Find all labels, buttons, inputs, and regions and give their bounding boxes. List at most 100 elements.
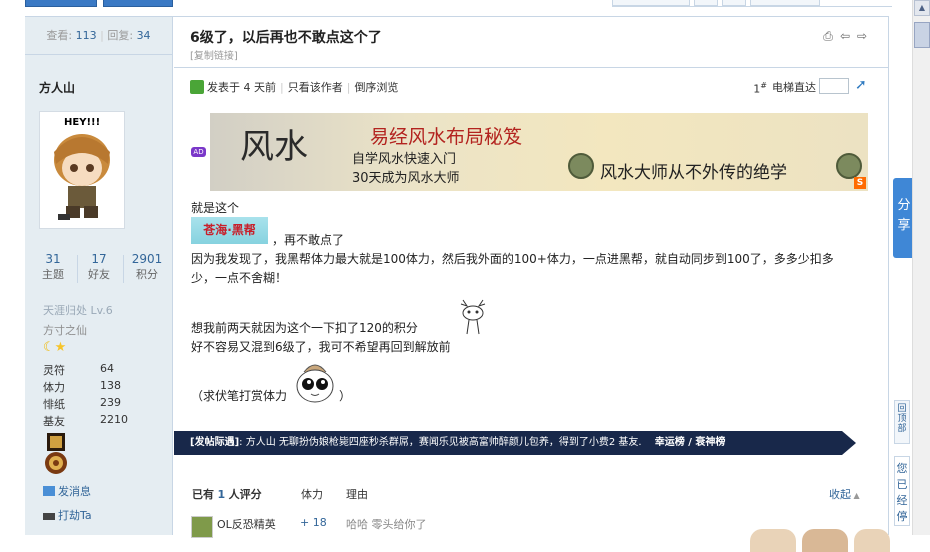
sponsor-logo: S xyxy=(854,177,866,189)
body-p5: 好不容易又混到6级了，我可不希望再回到解放前 xyxy=(191,340,451,354)
collapse-label: 收起 xyxy=(829,488,851,501)
rank-icons: ☾★ xyxy=(43,340,66,355)
body-p3b: 少，一点不舍糊！ xyxy=(191,271,288,285)
prop-name: 体力 xyxy=(43,381,65,394)
gang-tag-image: 苍海·黑帮 xyxy=(191,217,268,244)
elevator-label: 电梯直达 xyxy=(772,81,816,94)
body-p4: 想我前两天就因为这个一下扣了120的积分 xyxy=(191,321,418,335)
prop-name: 悱纸 xyxy=(43,398,65,411)
stat-friends[interactable]: 17 好友 xyxy=(79,251,119,283)
reindeer-emoji-icon xyxy=(457,298,489,339)
top-pager-btn-4[interactable] xyxy=(750,0,820,6)
stat-topics[interactable]: 31 主题 xyxy=(33,251,73,283)
send-message-label: 发消息 xyxy=(58,485,91,498)
online-status-icon xyxy=(190,80,204,94)
prop-value: 64 xyxy=(100,362,114,375)
top-pager-btn-2[interactable] xyxy=(694,0,718,6)
author-sidebar: 查看: 113 | 回复: 34 方人山 HEY!!! 31 主题 17 好友 xyxy=(25,17,173,535)
top-nav-button-2[interactable] xyxy=(103,0,173,7)
only-author-link[interactable]: 只看该作者 xyxy=(288,81,343,94)
history-tab[interactable]: 您已经停 xyxy=(894,456,910,526)
rater-tili: + 18 xyxy=(300,516,327,529)
event-label: [发帖际遇] xyxy=(190,437,240,448)
body-p1: 就是这个 xyxy=(191,201,240,215)
stat-label: 主题 xyxy=(42,268,64,281)
rater-name[interactable]: OL反恐精英 xyxy=(217,516,276,532)
elevator-input[interactable] xyxy=(819,78,849,94)
author-name[interactable]: 方人山 xyxy=(39,79,75,96)
custom-title: 方寸之仙 xyxy=(43,324,87,337)
print-icon[interactable]: ⎙ xyxy=(821,30,835,43)
scroll-up-icon[interactable]: ▲ xyxy=(914,0,930,16)
copy-link[interactable]: [复制链接] xyxy=(190,47,238,62)
prop-row: 灵符 64 xyxy=(43,362,114,378)
envelope-icon xyxy=(43,486,55,496)
star-icon: ★ xyxy=(54,340,67,355)
prop-row: 基友 2210 xyxy=(43,413,128,429)
ad-banner[interactable]: 风水 易经风水布局秘笈 自学风水快速入门 30天成为风水大师 风水大师从不外传的… xyxy=(210,113,868,191)
rating-collapse-link[interactable]: 收起 ▲ xyxy=(829,486,860,502)
svg-text:HEY!!!: HEY!!! xyxy=(64,117,100,128)
divider xyxy=(174,67,889,68)
back-to-top-button[interactable]: 回顶部 xyxy=(894,400,910,444)
elevator-go-icon[interactable]: ➚ xyxy=(855,77,869,93)
ad-tag: AD xyxy=(191,147,206,157)
stat-value: 2901 xyxy=(131,252,163,266)
coin-icon xyxy=(836,153,862,179)
scroll-thumb[interactable] xyxy=(914,22,930,48)
big-eyes-emoji-icon xyxy=(294,360,336,407)
stat-value: 17 xyxy=(91,252,107,266)
poke-link[interactable]: 打劫Ta xyxy=(43,507,92,523)
banner-arrow xyxy=(842,431,856,455)
prop-value: 2210 xyxy=(100,413,128,426)
thread-title: 6级了，以后再也不敢点这个了 xyxy=(190,30,382,46)
top-pager xyxy=(612,0,892,7)
user-level[interactable]: 天涯归处 Lv.6 xyxy=(43,302,113,318)
floor-number[interactable]: 1# xyxy=(753,81,767,96)
stat-points[interactable]: 2901 积分 xyxy=(127,251,167,283)
coin-icon xyxy=(568,153,594,179)
next-thread-icon[interactable]: ⇨ xyxy=(855,30,869,43)
medal-badge-icon[interactable] xyxy=(43,433,69,475)
top-pager-btn-1[interactable] xyxy=(612,0,690,6)
decor-bun-icon xyxy=(854,529,890,552)
vertical-scrollbar[interactable]: ▲ xyxy=(912,0,930,535)
event-text: : 方人山 无聊扮伪娘枪毙四座秒杀群屌，赛闻乐见被高富帅醉颜儿包养，得到了小费2… xyxy=(239,437,642,448)
stat-value: 31 xyxy=(45,252,61,266)
banner-headline: 易经风水布局秘笈 xyxy=(370,126,523,148)
prop-row: 悱纸 239 xyxy=(43,396,121,412)
banner-line-2: 自学风水快速入门 xyxy=(352,152,457,167)
banner-line-3: 30天成为风水大师 xyxy=(352,171,460,186)
prop-row: 体力 138 xyxy=(43,379,121,395)
prop-name: 基友 xyxy=(43,415,65,428)
moon-icon: ☾ xyxy=(43,340,55,355)
top-pager-btn-3[interactable] xyxy=(722,0,746,6)
prop-name: 灵符 xyxy=(43,364,65,377)
post-main: 6级了，以后再也不敢点这个了 [复制链接] ⎙ ⇦ ⇨ 发表于 4 天前 | 只看该作者… xyxy=(174,17,890,552)
floor-sup: # xyxy=(760,81,767,90)
reply-count: 34 xyxy=(136,29,151,42)
decor-bun-icon xyxy=(802,529,848,552)
stat-divider xyxy=(123,255,124,283)
rating-suffix: 人评分 xyxy=(228,488,262,501)
top-nav-button-1[interactable] xyxy=(25,0,97,7)
banner-ink-calligraphy: 风水 xyxy=(240,127,308,167)
rating-col-reason: 理由 xyxy=(346,488,368,501)
stat-label: 积分 xyxy=(136,268,158,281)
prev-thread-icon[interactable]: ⇦ xyxy=(838,30,852,43)
view-count: 113 xyxy=(75,29,97,42)
prop-value: 239 xyxy=(100,396,121,409)
rank-links[interactable]: 幸运榜 / 衰神榜 xyxy=(655,437,726,448)
reverse-order-link[interactable]: 倒序浏览 xyxy=(354,81,398,94)
rating-num[interactable]: 1 xyxy=(218,488,226,501)
avatar[interactable]: HEY!!! xyxy=(39,111,125,229)
body-p6a: （求伏笔打赏体力 xyxy=(191,389,288,403)
gun-icon xyxy=(43,513,55,520)
poke-label: 打劫Ta xyxy=(58,509,92,522)
body-p2: ，再不敢点了 xyxy=(272,233,345,247)
caret-up-icon: ▲ xyxy=(851,491,860,500)
send-message-link[interactable]: 发消息 xyxy=(43,483,91,499)
stat-label: 好友 xyxy=(88,268,110,281)
rating-count: 已有 1 人评分 xyxy=(192,486,262,502)
body-p3: 因为我发现了，我黑帮体力最大就是100体力，然后我外面的100+体力，一点进黑帮… xyxy=(191,252,834,266)
